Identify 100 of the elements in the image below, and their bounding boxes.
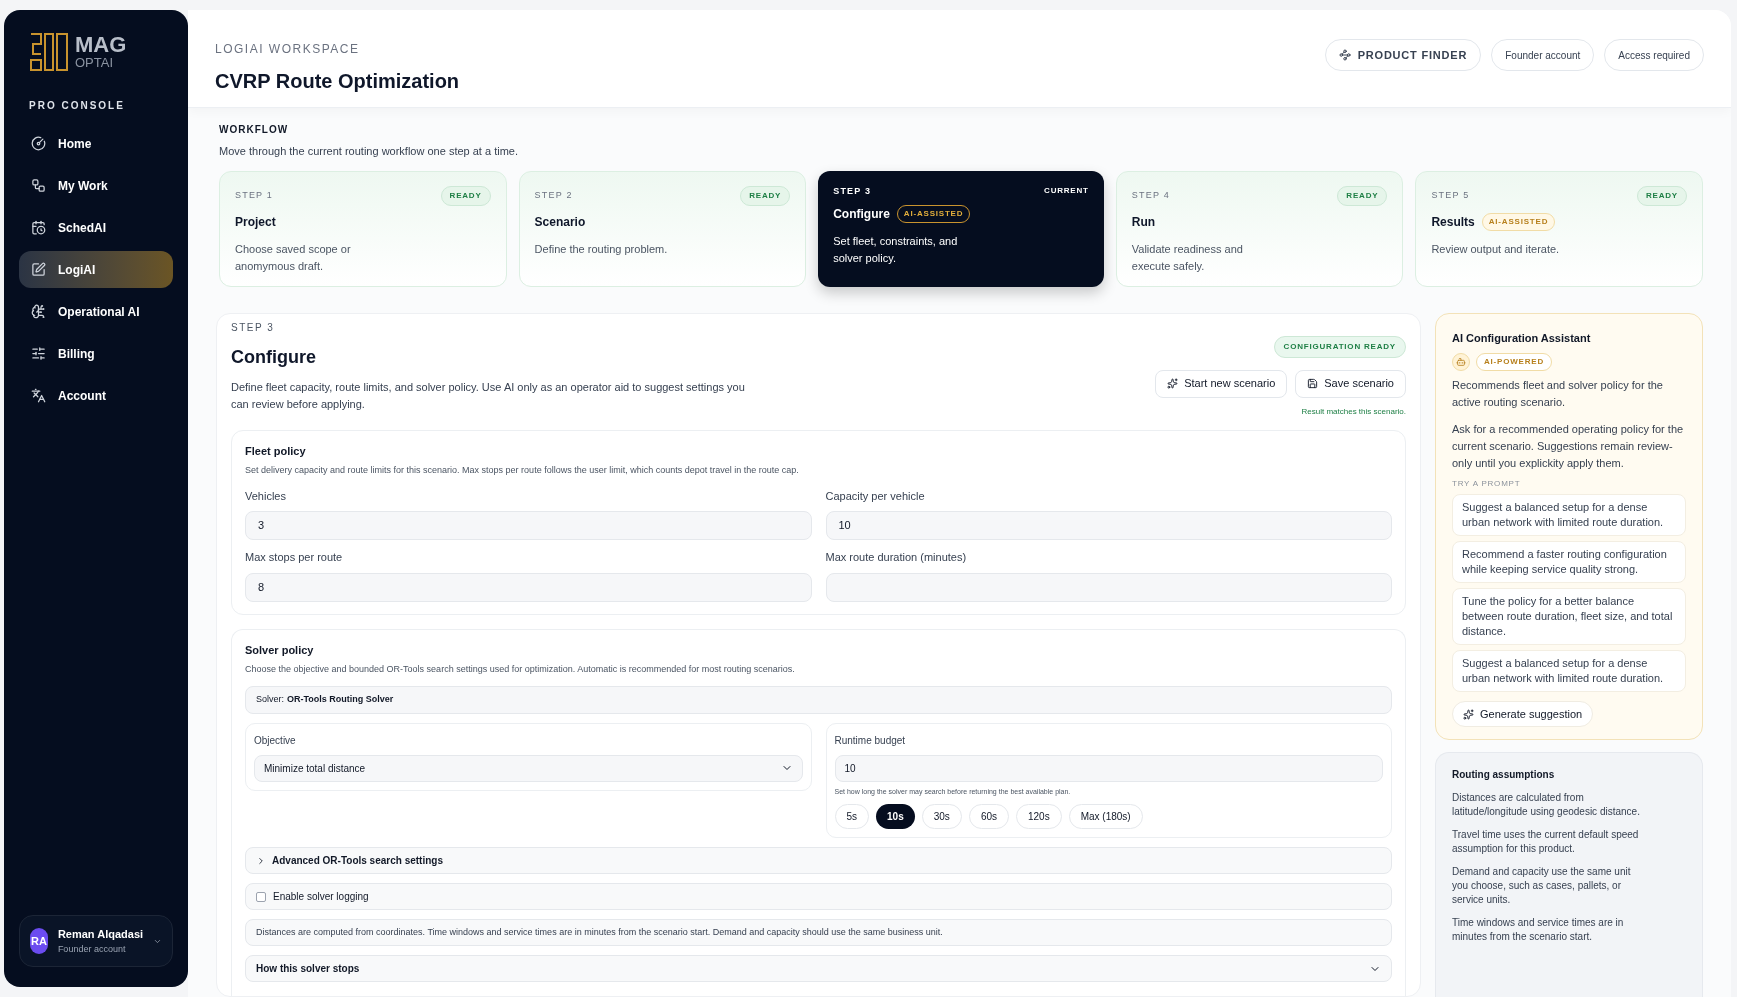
field-label: Capacity per vehicle: [825, 488, 926, 504]
step-title: Run: [1131, 213, 1156, 231]
step-title: Scenario: [534, 213, 586, 231]
assumption-text: Demand and capacity use the same unit you choose, such as cases, pallets, or service units.: [1452, 865, 1632, 907]
user-name: Reman Alqadasi: [57, 927, 144, 942]
edit-icon: [31, 262, 46, 277]
card-title: Routing assumptions: [1452, 768, 1556, 782]
step-card[interactable]: STEP 3 CURRENT Configure AI-ASSISTED Set fleet, constraints, and solver policy.: [818, 170, 1104, 287]
step-number: STEP 3: [833, 184, 872, 198]
start-scenario-button[interactable]: Start new scenario: [1155, 369, 1288, 398]
nav-item[interactable]: Account: [19, 377, 173, 414]
step-description: Review output and iterate.: [1431, 241, 1561, 257]
info-note: Distances are computed from coordinates. Time windows and service times are in minutes from the scenario start. Demand and capacity should use the same business unit.: [245, 919, 1392, 946]
step-card[interactable]: STEP 4 READY Run Validate readiness and execute safely.: [1115, 170, 1404, 287]
input-field[interactable]: 8: [245, 572, 812, 602]
section-description: Define fleet capacity, route limits, and solver policy. Use AI only as an operator aid to suggest settings you can review before applying.: [231, 379, 746, 412]
assumption-text: Time windows and service times are in minutes from the scenario start.: [1452, 916, 1625, 944]
step-number: STEP 2: [534, 188, 573, 202]
nav-item[interactable]: My Work: [19, 167, 173, 204]
match-note: Result matches this scenario.: [1301, 405, 1406, 418]
step-status: READY: [440, 185, 491, 206]
nav-item[interactable]: Operational AI: [19, 293, 173, 330]
prompt-suggestion[interactable]: Tune the policy for a better balance between route duration, fleet size, and total distance.: [1452, 588, 1686, 645]
preset-chip[interactable]: 30s: [921, 804, 962, 829]
step-status: READY: [740, 185, 791, 206]
brain-icon: [31, 304, 46, 319]
field-label: Objective: [254, 733, 297, 748]
step-eyebrow: STEP 3: [231, 320, 276, 335]
user-role: Founder account: [57, 942, 127, 956]
advanced-toggle[interactable]: Advanced OR-Tools search settings: [245, 847, 1392, 874]
nav-item[interactable]: SchedAI: [19, 209, 173, 246]
gauge-icon: [31, 136, 46, 151]
step-card[interactable]: STEP 5 READY Results AI-ASSISTED Review output and iterate.: [1415, 170, 1703, 287]
step-description: Validate readiness and execute safely.: [1131, 241, 1244, 274]
step-card[interactable]: STEP 2 READY Scenario Define the routing problem.: [518, 170, 807, 287]
prompt-suggestion[interactable]: Recommend a faster routing configuration while keeping service quality strong.: [1452, 541, 1686, 583]
checkbox-label: Enable solver logging: [273, 890, 369, 904]
assumption-text: Travel time uses the current default speed assumption for this product.: [1452, 828, 1640, 856]
step-title: Results: [1431, 213, 1475, 231]
preset-chip[interactable]: Max (180s): [1068, 804, 1143, 829]
prompt-suggestion[interactable]: Suggest a balanced setup for a dense urban network with limited route duration.: [1452, 494, 1686, 536]
stops-toggle[interactable]: How this solver stops: [245, 955, 1392, 982]
card-description: Choose the objective and bounded OR-Tools search settings used for optimization. Automatic is recommended for most routing scenarios.: [245, 663, 796, 676]
assistant-intro: Recommends fleet and solver policy for the active routing scenario.: [1452, 378, 1664, 410]
card-title: AI Configuration Assistant: [1452, 330, 1592, 346]
workflow-title: WORKFLOW: [219, 123, 290, 137]
field-label: Runtime budget: [834, 733, 907, 748]
prompt-suggestion[interactable]: Suggest a balanced setup for a dense urban network with limited route duration.: [1452, 650, 1686, 692]
generate-button[interactable]: Generate suggestion: [1452, 701, 1594, 727]
ai-badge: AI-ASSISTED: [1481, 212, 1556, 231]
solver-name: OR-Tools Routing Solver: [287, 692, 394, 706]
logo-icon: [29, 30, 69, 72]
save-icon: [1307, 378, 1319, 389]
objective-select[interactable]: Minimize total distance: [254, 754, 803, 782]
workflow-description: Move through the current routing workflow one step at a time.: [219, 144, 519, 159]
card-title: Fleet policy: [245, 443, 307, 459]
nav-item[interactable]: Billing: [19, 335, 173, 372]
translate-icon: [31, 388, 46, 403]
product-finder-button[interactable]: PRODUCT FINDER: [1324, 39, 1482, 71]
input-field[interactable]: 10: [825, 511, 1392, 540]
preset-chip[interactable]: 5s: [834, 804, 870, 829]
step-description: Choose saved scope or anomymous draft.: [235, 241, 352, 274]
field-label: Max stops per route: [245, 550, 344, 565]
sparkle-icon: [1167, 378, 1179, 389]
account-chip: Founder account: [1491, 39, 1595, 71]
calendar-icon: [31, 220, 46, 235]
field-label: Max route duration (minutes): [825, 550, 968, 565]
card-description: Set delivery capacity and route limits for this scenario. Max stops per route follows the user limit, which counts depot travel in the route cap.: [245, 464, 800, 477]
input-field[interactable]: 3: [245, 511, 812, 540]
step-number: STEP 1: [235, 188, 274, 202]
step-description: Set fleet, constraints, and solver policy.: [833, 234, 959, 266]
sparkle-icon: [1463, 708, 1474, 720]
input-field[interactable]: 10: [834, 754, 1383, 782]
chevron-right-icon: [256, 855, 266, 866]
card-title: Solver policy: [245, 642, 315, 658]
logo-subtext: OPTAI: [75, 55, 115, 69]
preset-chip[interactable]: 10s: [876, 804, 915, 829]
avatar: RA: [30, 928, 48, 954]
checkbox[interactable]: [256, 891, 266, 902]
save-button[interactable]: Save scenario: [1295, 369, 1406, 398]
nav-item[interactable]: LogiAI: [19, 251, 173, 288]
eyebrow: LOGIAI WORKSPACE: [215, 41, 361, 58]
step-title: Configure: [833, 206, 890, 223]
status-badge: CONFIGURATION READY: [1273, 335, 1406, 358]
step-status: CURRENT: [1044, 185, 1089, 198]
input-field[interactable]: [825, 572, 1392, 602]
step-number: STEP 5: [1431, 188, 1470, 202]
field-label: Vehicles: [245, 488, 287, 504]
nav-item[interactable]: Home: [19, 125, 173, 162]
step-number: STEP 4: [1131, 188, 1170, 202]
page-title: CVRP Route Optimization: [215, 69, 460, 94]
preset-chip[interactable]: 120s: [1016, 804, 1062, 829]
prompt-label: TRY A PROMPT: [1452, 478, 1522, 490]
assistant-body: Ask for a recommended operating policy for the current scenario. Suggestions remain review-only until you explickity apply them.: [1452, 422, 1685, 471]
account-chip: Access required: [1604, 39, 1704, 71]
preset-chip[interactable]: 60s: [968, 804, 1009, 829]
bot-icon: [1452, 353, 1470, 371]
step-card[interactable]: STEP 1 READY Project Choose saved scope or anomymous draft.: [219, 170, 507, 287]
step-status: READY: [1636, 185, 1687, 206]
step-description: Define the routing problem.: [534, 241, 669, 257]
